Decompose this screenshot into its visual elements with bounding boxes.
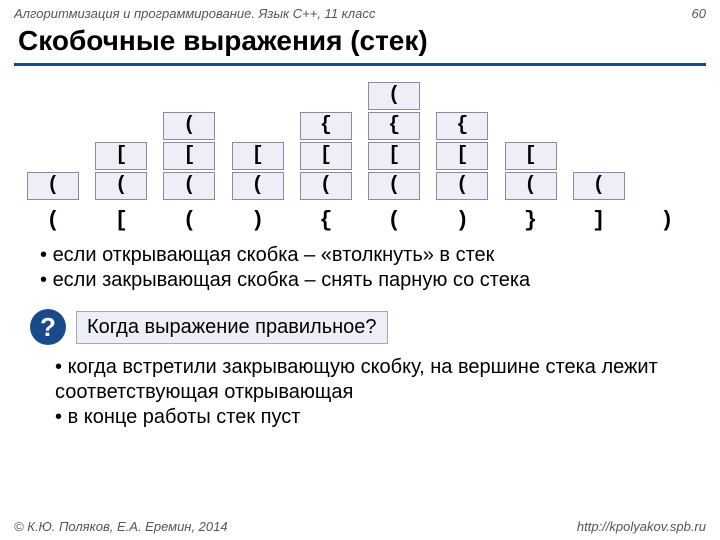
stack-column: {[({ xyxy=(297,80,355,233)
answer-1: когда встретили закрывающую скобку, на в… xyxy=(55,356,658,403)
stack: [( xyxy=(95,80,147,200)
input-char: ) xyxy=(251,208,264,233)
stack-cell: ( xyxy=(163,172,215,200)
input-char: ( xyxy=(183,208,196,233)
input-char: ) xyxy=(456,208,469,233)
stack-cell: { xyxy=(300,112,352,140)
stack-cell: [ xyxy=(300,142,352,170)
stack-column: [(} xyxy=(502,80,560,233)
input-char: ] xyxy=(592,208,605,233)
input-char: ) xyxy=(660,208,673,233)
stack-cell: [ xyxy=(505,142,557,170)
question-text: Когда выражение правильное? xyxy=(76,311,388,344)
question-icon: ? xyxy=(30,309,66,345)
stack-cell: [ xyxy=(368,142,420,170)
stack-cell: ( xyxy=(505,172,557,200)
stack-cell: { xyxy=(436,112,488,140)
stack: ({[( xyxy=(368,80,420,200)
footer-url: http://kpolyakov.spb.ru xyxy=(577,519,706,534)
subject-label: Алгоритмизация и программирование. Язык … xyxy=(14,6,375,21)
header-bar: Алгоритмизация и программирование. Язык … xyxy=(0,0,720,23)
stack-column: [() xyxy=(229,80,287,233)
stack-cell: [ xyxy=(95,142,147,170)
stack-cell: ( xyxy=(368,82,420,110)
input-char: { xyxy=(319,208,332,233)
rule-close: если закрывающая скобка – снять парную с… xyxy=(53,269,531,291)
input-char: ( xyxy=(46,208,59,233)
rules-list: • если открывающая скобка – «втолкнуть» … xyxy=(0,237,720,299)
stack-cell: ( xyxy=(368,172,420,200)
stack: [( xyxy=(232,80,284,200)
stack: ( xyxy=(573,80,625,200)
stack: [( xyxy=(505,80,557,200)
rule-open: если открывающая скобка – «втолкнуть» в … xyxy=(53,244,495,266)
stack-column: ([(( xyxy=(160,80,218,233)
stack: {[( xyxy=(436,80,488,200)
stack: {[( xyxy=(300,80,352,200)
stack-cell: ( xyxy=(95,172,147,200)
stack-column: [([ xyxy=(92,80,150,233)
stack-cell: ( xyxy=(573,172,625,200)
stack: ( xyxy=(27,80,79,200)
stack-cell: ( xyxy=(232,172,284,200)
stack-cell: [ xyxy=(163,142,215,170)
input-char: ( xyxy=(387,208,400,233)
stack-column: (] xyxy=(570,80,628,233)
stacks-diagram: (([([([(([(){[({({[(({[()[(}(]) xyxy=(0,80,720,237)
stack-column: ({[(( xyxy=(365,80,423,233)
page-title: Скобочные выражения (стек) xyxy=(0,23,720,63)
footer: © К.Ю. Поляков, Е.А. Еремин, 2014 http:/… xyxy=(0,519,720,534)
input-char: [ xyxy=(115,208,128,233)
title-rule xyxy=(14,63,706,66)
credits: © К.Ю. Поляков, Е.А. Еремин, 2014 xyxy=(14,519,228,534)
stack-cell: [ xyxy=(436,142,488,170)
answers-list: • когда встретили закрывающую скобку, на… xyxy=(0,351,720,434)
stack-cell: ( xyxy=(27,172,79,200)
answer-2: в конце работы стек пуст xyxy=(68,406,301,428)
question-row: ? Когда выражение правильное? xyxy=(30,309,720,345)
stack-cell: { xyxy=(368,112,420,140)
stack-cell: [ xyxy=(232,142,284,170)
stack-column: {[() xyxy=(433,80,491,233)
stack-column: (( xyxy=(24,80,82,233)
stack-cell: ( xyxy=(300,172,352,200)
stack-column: ) xyxy=(638,80,696,233)
stack xyxy=(641,80,693,200)
stack: ([( xyxy=(163,80,215,200)
stack-cell: ( xyxy=(436,172,488,200)
stack-cell: ( xyxy=(163,112,215,140)
page-number: 60 xyxy=(692,6,706,21)
input-char: } xyxy=(524,208,537,233)
